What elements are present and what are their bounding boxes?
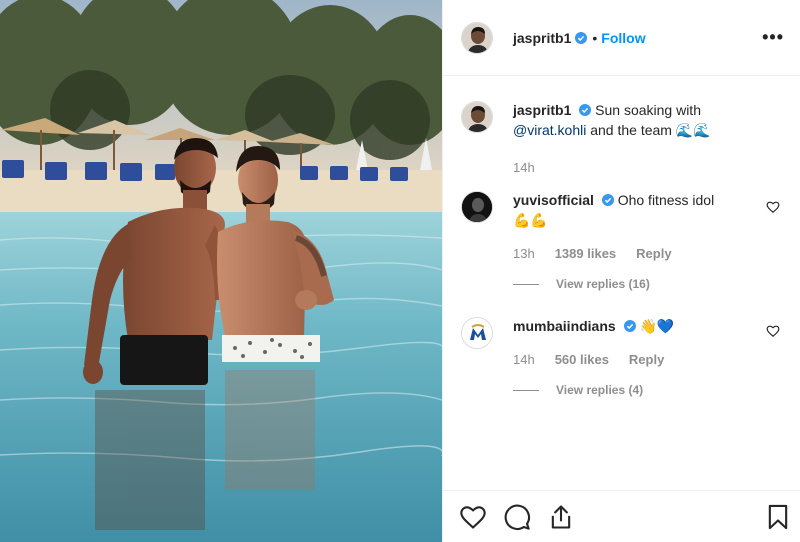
verified-badge-icon [575, 31, 588, 44]
comment-emoji: 💪💪 [513, 212, 548, 228]
comment-meta: 14h 560 likes Reply [513, 350, 753, 370]
avatar-image [462, 102, 492, 132]
action-bar [443, 490, 800, 542]
view-replies-button[interactable]: View replies (16) [513, 274, 753, 294]
caption-avatar[interactable] [461, 101, 493, 133]
comment-like-icon[interactable] [766, 324, 780, 338]
caption-text: Sun soaking with [595, 102, 701, 118]
reply-button[interactable]: Reply [636, 244, 671, 264]
comment-text: Oho fitness idol [617, 192, 715, 208]
comment-emoji: 👋💙 [639, 318, 675, 334]
comment-like-icon[interactable] [766, 200, 780, 214]
comment-avatar[interactable] [461, 191, 493, 223]
comment-username[interactable]: mumbaiindians [513, 318, 616, 334]
more-options-button[interactable]: ••• [762, 27, 784, 48]
comment-item: yuvisofficial Oho fitness idol 💪💪 13h 13… [461, 190, 784, 294]
post-header: jaspritb1 • Follow ••• [443, 0, 800, 76]
view-replies-line [513, 389, 539, 391]
post-photo[interactable] [0, 0, 442, 542]
caption-username[interactable]: jaspritb1 [513, 102, 571, 118]
caption-body: jaspritb1 Sun soaking with @virat.kohli … [513, 100, 753, 178]
verified-badge-icon [579, 104, 592, 116]
caption-meta: 14h [513, 158, 753, 178]
comment-avatar[interactable] [461, 317, 493, 349]
caption-timestamp[interactable]: 14h [513, 158, 535, 178]
verified-badge-icon [601, 194, 614, 206]
post-side-panel: jaspritb1 • Follow ••• jaspritb1 Sun soa… [442, 0, 800, 542]
verified-badge-icon [623, 320, 636, 332]
bookmark-icon[interactable] [764, 503, 792, 531]
author-username[interactable]: jaspritb1 [513, 30, 571, 46]
avatar-image [462, 22, 492, 53]
avatar-image [462, 192, 492, 222]
comment-likes[interactable]: 560 likes [555, 350, 609, 370]
beach-photo [0, 0, 442, 542]
follow-button[interactable]: Follow [601, 30, 645, 46]
caption-text-end: and the team [590, 122, 672, 138]
view-replies-button[interactable]: View replies (4) [513, 380, 753, 400]
header-separator: • [592, 29, 598, 46]
caption: jaspritb1 Sun soaking with @virat.kohli … [461, 100, 784, 178]
comment-body: yuvisofficial Oho fitness idol 💪💪 13h 13… [513, 190, 753, 294]
caption-mention-link[interactable]: @virat.kohli [513, 122, 586, 138]
view-replies-label: View replies (16) [556, 277, 650, 291]
heart-icon[interactable] [459, 503, 487, 531]
comment-timestamp[interactable]: 13h [513, 244, 535, 264]
view-replies-label: View replies (4) [556, 383, 644, 397]
comment-username[interactable]: yuvisofficial [513, 192, 594, 208]
comment-body: mumbaiindians 👋💙 14h 560 likes Reply Vie… [513, 316, 753, 400]
wave-emoji: 🌊🌊 [675, 122, 711, 138]
comment-likes[interactable]: 1389 likes [555, 244, 616, 264]
comment-timestamp[interactable]: 14h [513, 350, 535, 370]
comment-meta: 13h 1389 likes Reply [513, 244, 753, 264]
comment-icon[interactable] [503, 503, 531, 531]
mumbai-indians-logo-icon [462, 318, 492, 348]
comments-list: jaspritb1 Sun soaking with @virat.kohli … [443, 76, 800, 490]
post-dialog: jaspritb1 • Follow ••• jaspritb1 Sun soa… [0, 0, 800, 542]
reply-button[interactable]: Reply [629, 350, 664, 370]
comment-item: mumbaiindians 👋💙 14h 560 likes Reply Vie… [461, 316, 784, 400]
author-avatar[interactable] [461, 21, 493, 54]
share-icon[interactable] [547, 503, 575, 531]
view-replies-line [513, 283, 539, 285]
